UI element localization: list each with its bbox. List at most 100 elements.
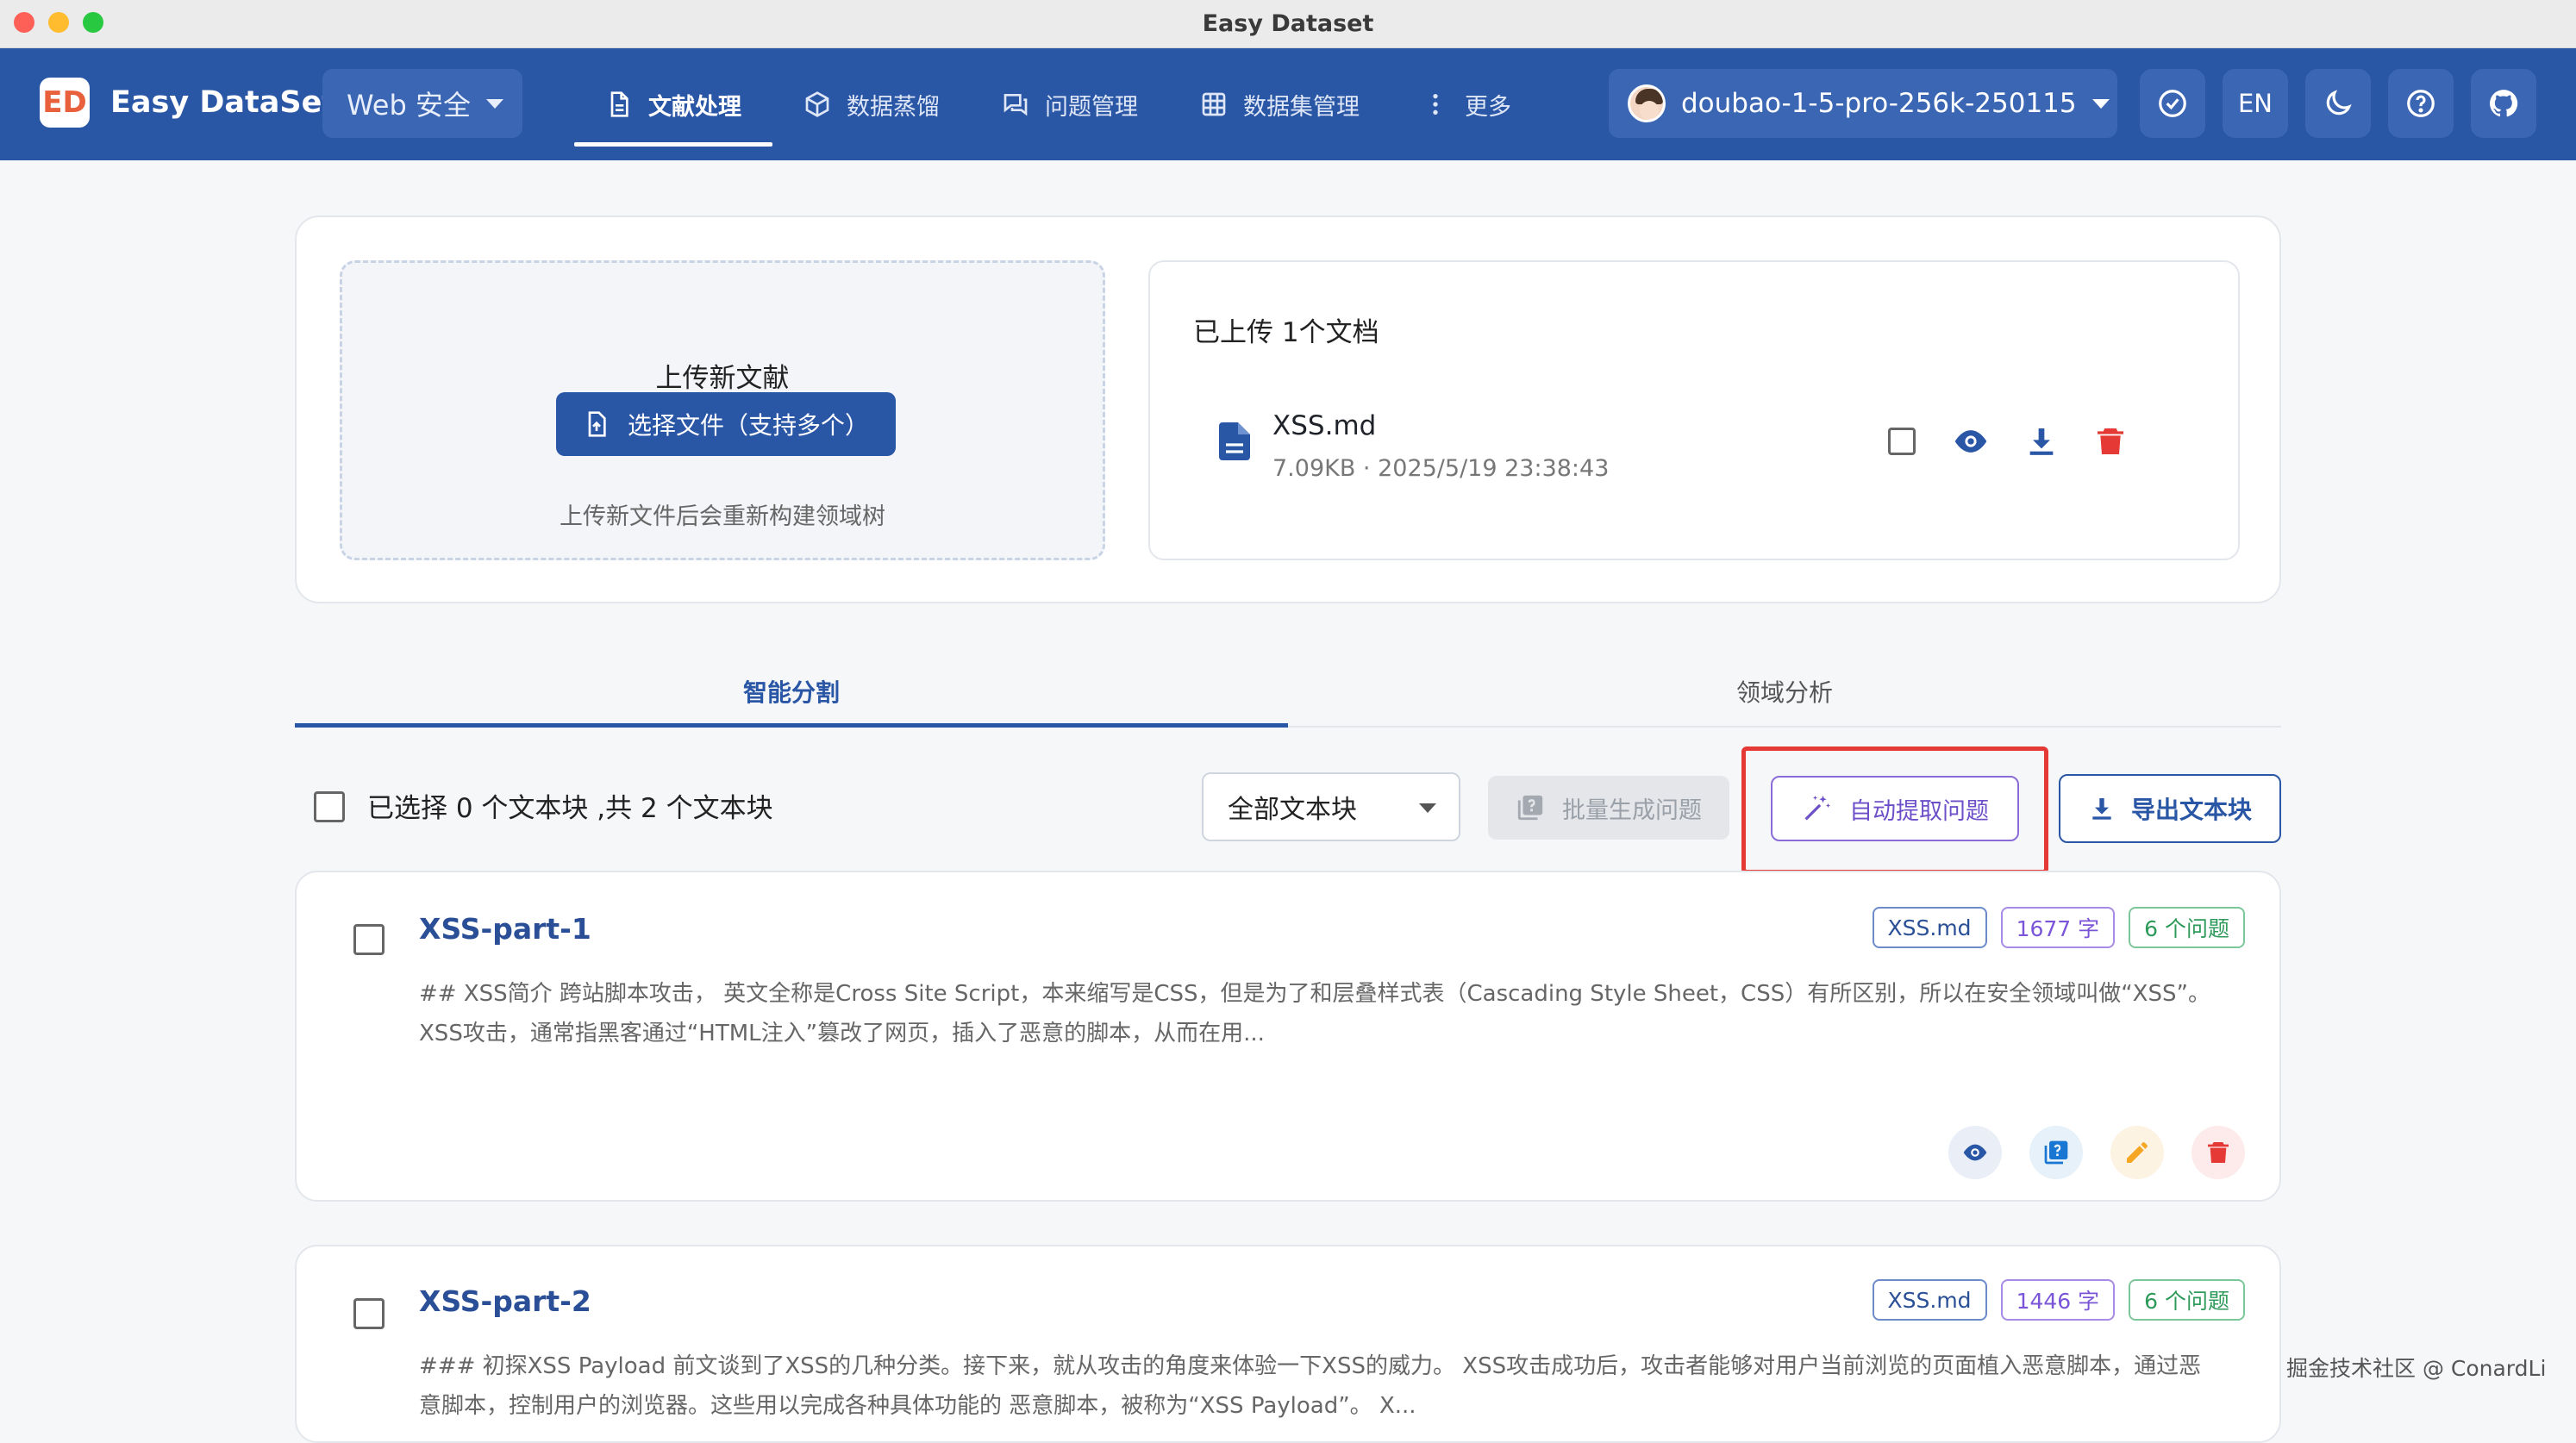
chunk-tags: XSS.md 1677 字 6 个问题 xyxy=(1872,907,2245,948)
tab-active-indicator xyxy=(295,723,1288,728)
traffic-lights xyxy=(14,12,103,33)
upload-hint: 上传新文件后会重新构建领域树 xyxy=(560,503,885,530)
watermark: 掘金技术社区 @ ConardLi xyxy=(2286,1356,2547,1381)
model-select-value: doubao-1-5-pro-256k-250115 xyxy=(1681,88,2077,119)
theme-toggle-button[interactable] xyxy=(2305,69,2371,138)
edit-chunk-button[interactable] xyxy=(2110,1126,2164,1179)
delete-file-button[interactable] xyxy=(2091,422,2129,460)
zoom-window-button[interactable] xyxy=(83,12,103,33)
more-vertical-icon xyxy=(1433,94,1438,115)
nav-item-questions[interactable]: 问题管理 xyxy=(971,48,1169,160)
chunk-select-checkbox[interactable] xyxy=(353,924,385,955)
window-title: Easy Dataset xyxy=(1202,10,1374,37)
project-select-value: Web 安全 xyxy=(347,89,471,122)
model-select[interactable]: doubao-1-5-pro-256k-250115 xyxy=(1609,69,2117,138)
uploaded-files-panel: 已上传 1个文档 XSS.md 7.09KB · 2025/5/19 23:38… xyxy=(1148,260,2240,560)
chunk-title[interactable]: XSS-part-1 xyxy=(419,912,591,946)
chevron-down-icon xyxy=(2091,98,2110,109)
github-button[interactable] xyxy=(2471,69,2536,138)
eye-icon xyxy=(1954,430,1987,453)
batch-generate-label: 批量生成问题 xyxy=(1562,796,1702,824)
question-count-tag: 6 个问题 xyxy=(2129,907,2245,948)
tab-smart-split[interactable]: 智能分割 xyxy=(295,655,1288,728)
check-circle-icon xyxy=(2159,90,2186,117)
download-file-button[interactable] xyxy=(2023,422,2060,460)
quiz-icon xyxy=(1517,795,1543,821)
file-name: XSS.md xyxy=(1272,410,1377,441)
selection-count: 已选择 0 个文本块 ,共 2 个文本块 xyxy=(367,793,773,824)
main-nav: 文献处理 数据蒸馏 问题管理 数据集管理 更多 xyxy=(574,48,1542,160)
batch-generate-button[interactable]: 批量生成问题 xyxy=(1488,776,1729,840)
download-icon xyxy=(2092,798,2111,820)
minimize-window-button[interactable] xyxy=(48,12,69,33)
file-icon xyxy=(1219,422,1250,460)
language-toggle-button[interactable]: EN xyxy=(2223,69,2288,138)
char-count-tag: 1446 字 xyxy=(2000,1279,2116,1321)
generate-questions-button[interactable] xyxy=(2029,1126,2083,1179)
window-titlebar: Easy Dataset xyxy=(0,0,2576,48)
chunk-preview-text: ## XSS简介 跨站脚本攻击， 英文全称是Cross Site Script，… xyxy=(419,981,2210,1046)
chunk-select-checkbox[interactable] xyxy=(353,1298,385,1329)
nav-item-datasets[interactable]: 数据集管理 xyxy=(1169,48,1391,160)
chunk-tags: XSS.md 1446 字 6 个问题 xyxy=(1872,1279,2245,1321)
app-window: Easy Dataset ED Easy DataSet Web 安全 文献处理… xyxy=(0,0,2576,1443)
delete-chunk-button[interactable] xyxy=(2191,1126,2245,1179)
file-tag: XSS.md xyxy=(1872,907,1987,948)
select-files-label: 选择文件（支持多个） xyxy=(627,411,869,440)
nav-item-label: 文献处理 xyxy=(648,93,741,121)
github-icon xyxy=(2490,90,2518,117)
brand[interactable]: ED Easy DataSet xyxy=(40,78,336,128)
select-files-button[interactable]: 选择文件（支持多个） xyxy=(556,392,896,456)
grid-icon xyxy=(1202,92,1226,116)
app-logo-icon: ED xyxy=(40,78,90,128)
chunk-filter-select[interactable]: 全部文本块 xyxy=(1202,772,1460,841)
select-all-checkbox[interactable] xyxy=(314,791,345,822)
brand-name: Easy DataSet xyxy=(110,85,337,120)
chunk-card: XSS-part-1 XSS.md 1677 字 6 个问题 ## XSS简介 … xyxy=(295,871,2281,1202)
nav-item-more[interactable]: 更多 xyxy=(1391,48,1542,160)
auto-extract-questions-button[interactable]: 自动提取问题 xyxy=(1771,776,2019,841)
help-icon xyxy=(2407,90,2435,117)
trash-icon xyxy=(2098,428,2123,454)
model-avatar xyxy=(1628,84,1666,122)
close-window-button[interactable] xyxy=(14,12,34,33)
quiz-icon xyxy=(2044,1140,2068,1165)
chunk-preview-text: ### 初探XSS Payload 前文谈到了XSS的几种分类。接下来，就从攻击… xyxy=(419,1353,2202,1419)
magic-wand-icon xyxy=(1804,796,1831,821)
language-label: EN xyxy=(2237,89,2273,118)
nav-item-label: 数据蒸馏 xyxy=(847,93,940,121)
file-select-checkbox[interactable] xyxy=(1888,428,1916,455)
auto-extract-label: 自动提取问题 xyxy=(1849,797,1989,825)
project-select[interactable]: Web 安全 xyxy=(322,69,522,138)
upload-card: 上传新文献 选择文件（支持多个） 上传新文件后会重新构建领域树 已上传 1个文档… xyxy=(295,216,2281,603)
tab-domain-analysis[interactable]: 领域分析 xyxy=(1288,655,2281,728)
chunk-filter-value: 全部文本块 xyxy=(1228,795,1357,825)
content-tabs: 智能分割 领域分析 xyxy=(295,655,2281,728)
cube-icon xyxy=(805,91,829,117)
file-row: XSS.md 7.09KB · 2025/5/19 23:38:43 xyxy=(1219,407,2185,482)
trash-icon xyxy=(2208,1142,2229,1163)
export-chunks-button[interactable]: 导出文本块 xyxy=(2059,774,2281,843)
chevron-down-icon xyxy=(1419,803,1436,813)
pencil-icon xyxy=(2127,1142,2148,1163)
upload-dropzone[interactable]: 上传新文献 选择文件（支持多个） 上传新文件后会重新构建领域树 xyxy=(340,260,1105,560)
nav-item-literature[interactable]: 文献处理 xyxy=(574,48,772,160)
nav-item-distill[interactable]: 数据蒸馏 xyxy=(772,48,971,160)
chunk-title[interactable]: XSS-part-2 xyxy=(419,1284,591,1318)
question-count-tag: 6 个问题 xyxy=(2129,1279,2245,1321)
upload-title: 上传新文献 xyxy=(655,363,790,394)
chat-icon xyxy=(1004,94,1028,116)
view-chunk-button[interactable] xyxy=(1948,1126,2002,1179)
document-icon xyxy=(610,91,628,117)
file-meta: 7.09KB · 2025/5/19 23:38:43 xyxy=(1272,455,1610,482)
nav-item-label: 数据集管理 xyxy=(1243,93,1360,121)
uploaded-files-title: 已上传 1个文档 xyxy=(1193,317,1379,348)
preview-file-button[interactable] xyxy=(1952,422,1990,460)
task-status-button[interactable] xyxy=(2140,69,2205,138)
download-icon xyxy=(2029,428,2054,455)
help-button[interactable] xyxy=(2388,69,2454,138)
chunk-actions xyxy=(1948,1126,2245,1179)
moon-icon xyxy=(2326,90,2352,116)
nav-item-label: 更多 xyxy=(1465,93,1511,121)
chunk-toolbar: 已选择 0 个文本块 ,共 2 个文本块 全部文本块 批量生成问题 自动提取问题… xyxy=(295,746,2281,874)
